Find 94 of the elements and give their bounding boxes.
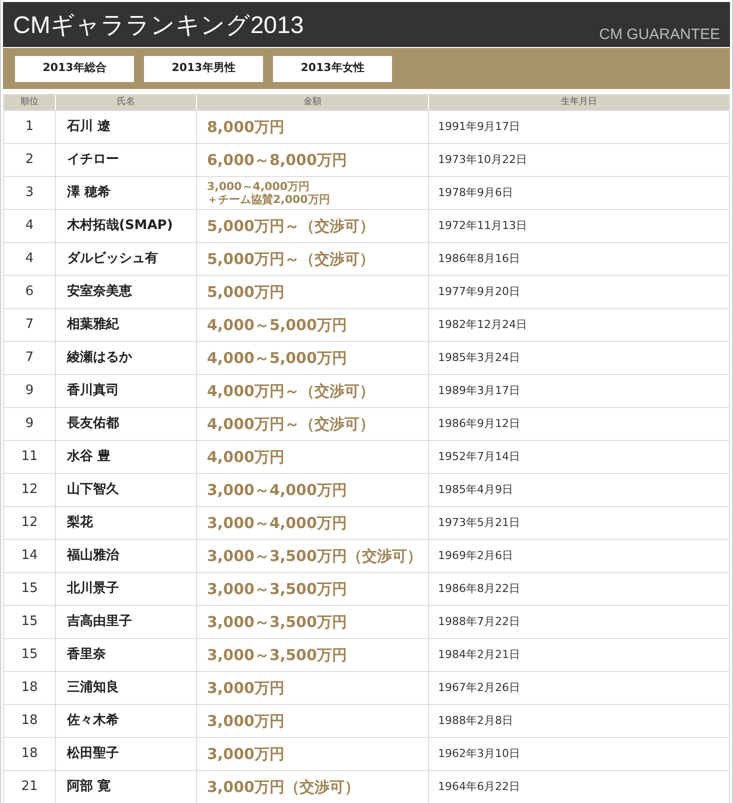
birthdate-cell: 1972年11月13日	[428, 210, 729, 242]
birthdate-cell: 1988年7月22日	[428, 606, 729, 638]
rank-cell-text: 18	[20, 679, 39, 698]
birthdate-cell: 1973年10月22日	[428, 144, 729, 176]
name-cell: 長友佑都	[55, 408, 196, 440]
name-cell: 松田聖子	[55, 738, 196, 770]
name-cell: 吉高由里子	[55, 606, 196, 638]
fee-cell: 3,000～4,000万円	[196, 474, 428, 506]
birthdate-cell: 1982年12月24日	[428, 309, 729, 341]
rank-cell-text: 12	[20, 514, 39, 532]
birthdate-cell: 1967年2月26日	[428, 672, 729, 704]
column-header: 順位	[20, 96, 40, 109]
birthdate-cell: 1985年4月9日	[428, 474, 729, 506]
fee-cell: 3,000万円	[196, 705, 428, 737]
birthdate-cell: 1985年3月24日	[428, 342, 729, 374]
rank-cell-text: 15	[20, 646, 39, 664]
name-cell: 石川 遼	[55, 111, 196, 143]
rank-cell-text: 1	[24, 118, 35, 136]
name-cell: 綾瀬はるか	[55, 342, 196, 374]
fee-cell: 3,000～3,500万円（交渉可）	[196, 540, 428, 572]
fee-note: ＋チーム協賛2,000万円	[207, 193, 330, 206]
name-cell: 福山雅治	[55, 540, 196, 572]
birthdate-cell: 1978年9月6日	[428, 177, 729, 209]
birthdate-cell: 1977年9月20日	[428, 276, 729, 308]
birthdate-cell: 1986年8月22日	[428, 573, 729, 605]
rank-cell-text: 15	[20, 580, 39, 598]
fee-cell: 3,000万円	[196, 738, 428, 770]
name-cell: 北川景子	[55, 573, 196, 605]
page-title: CMギャラランキング2013	[13, 11, 304, 41]
birthdate-cell: 1988年2月8日	[428, 705, 729, 737]
birthdate-cell: 1969年2月6日	[428, 540, 729, 572]
rank-cell-text: 18	[20, 745, 39, 764]
fee-cell: 3,000～3,500万円	[196, 606, 428, 638]
name-cell: 木村拓哉(SMAP)	[55, 210, 196, 242]
fee-cell: 5,000万円～（交渉可）	[196, 243, 428, 275]
rank-cell-text: 15	[20, 613, 39, 632]
rank-cell-text: 11	[20, 448, 39, 466]
rank-cell-text: 9	[24, 382, 35, 400]
name-cell: 香里奈	[55, 639, 196, 671]
fee-cell: 3,000～3,500万円	[196, 639, 428, 671]
name-cell: 山下智久	[55, 474, 196, 506]
name-cell: 水谷 豊	[55, 441, 196, 473]
name-cell: 相葉雅紀	[55, 309, 196, 341]
rank-cell-text: 2	[24, 151, 35, 170]
fee-cell: 3,000～3,500万円	[196, 573, 428, 605]
birthdate-cell: 1986年9月12日	[428, 408, 729, 440]
birthdate-cell: 1962年3月10日	[428, 738, 729, 770]
rank-cell-text: 7	[24, 316, 35, 334]
rank-cell-text: 18	[20, 712, 39, 730]
rank-cell-text: 4	[24, 250, 35, 268]
birthdate-cell: 1952年7月14日	[428, 441, 729, 473]
rank-cell-text: 3	[24, 184, 35, 202]
rank-cell-text: 21	[20, 778, 39, 796]
page-subtitle: CM GUARANTEE	[599, 25, 720, 45]
name-cell: 澤 穂希	[55, 177, 196, 209]
rank-cell-text: 12	[20, 481, 39, 500]
tab[interactable]: 2013年女性	[273, 56, 392, 82]
birthdate-cell: 1991年9月17日	[428, 111, 729, 143]
rank-cell-text: 9	[24, 415, 35, 434]
rank-cell-text: 4	[24, 217, 35, 236]
name-cell: 佐々木希	[55, 705, 196, 737]
column-header: 生年月日	[428, 95, 729, 110]
column-header: 氏名	[55, 95, 196, 110]
tab[interactable]: 2013年男性	[144, 56, 263, 82]
birthdate-cell: 1986年8月16日	[428, 243, 729, 275]
fee-cell: 6,000～8,000万円	[196, 144, 428, 176]
rank-cell-text: 6	[24, 283, 35, 302]
fee-cell: 3,000～4,000万円	[196, 507, 428, 539]
name-cell: 安室奈美恵	[55, 276, 196, 308]
birthdate-cell: 1984年2月21日	[428, 639, 729, 671]
birthdate-cell: 1964年6月22日	[428, 771, 729, 803]
birthdate-cell: 1989年3月17日	[428, 375, 729, 407]
fee-cell: 5,000万円	[196, 276, 428, 308]
name-cell: 三浦知良	[55, 672, 196, 704]
name-cell: 阿部 寛	[55, 771, 196, 803]
birthdate-cell: 1973年5月21日	[428, 507, 729, 539]
column-header: 金額	[196, 95, 428, 110]
name-cell: ダルビッシュ有	[55, 243, 196, 275]
fee-cell: 5,000万円～（交渉可）	[196, 210, 428, 242]
name-cell: 香川真司	[55, 375, 196, 407]
fee-cell: 4,000～5,000万円	[196, 309, 428, 341]
fee-cell: 3,000万円	[196, 672, 428, 704]
fee-cell: 3,000～4,000万円	[207, 180, 310, 193]
rank-cell-text: 14	[20, 547, 39, 566]
fee-cell: 4,000～5,000万円	[196, 342, 428, 374]
name-cell: イチロー	[55, 144, 196, 176]
fee-cell: 4,000万円～（交渉可）	[196, 375, 428, 407]
rank-cell-text: 7	[24, 349, 35, 368]
fee-cell: 8,000万円	[196, 111, 428, 143]
name-cell: 梨花	[55, 507, 196, 539]
fee-cell: 3,000万円（交渉可）	[196, 771, 428, 803]
fee-cell: 4,000万円	[196, 441, 428, 473]
fee-cell: 4,000万円～（交渉可）	[196, 408, 428, 440]
tab[interactable]: 2013年総合	[15, 56, 134, 82]
